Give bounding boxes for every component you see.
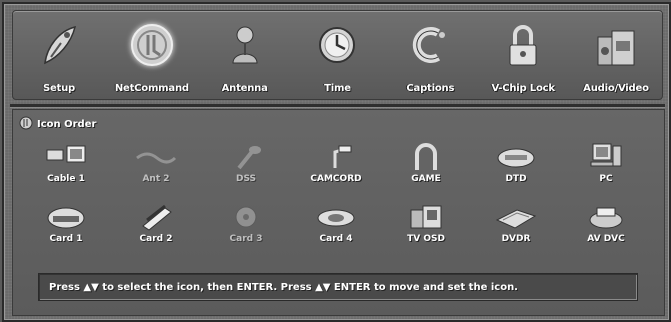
panel-title: Icon Order: [19, 116, 96, 132]
menu-item-time[interactable]: Time: [295, 11, 379, 101]
menu-item-netcommand[interactable]: NetCommand: [110, 11, 194, 101]
menu-item-captions[interactable]: Captions: [388, 11, 472, 101]
card-icon: [225, 202, 267, 232]
icon-grid: Cable 1 Ant 2 DSS CAMCORD GAME DTD PC Ca…: [23, 140, 653, 260]
icon-dss[interactable]: DSS: [203, 140, 289, 198]
setup-menu-window: Setup NetCommand Antenna Time Captions V…: [2, 2, 671, 322]
antenna-device-icon: [135, 142, 177, 172]
icon-dvdr[interactable]: DVDR: [473, 200, 559, 258]
card-icon: [135, 202, 177, 232]
help-bar: Press ▲▼ to select the icon, then ENTER.…: [38, 273, 638, 301]
icon-card-3[interactable]: Card 3: [203, 200, 289, 258]
antenna-icon: [223, 21, 267, 71]
dtd-icon: [495, 142, 537, 172]
icon-ant-2[interactable]: Ant 2: [113, 140, 199, 198]
main-menu-bar: Setup NetCommand Antenna Time Captions V…: [12, 10, 663, 100]
card-icon: [45, 202, 87, 232]
menu-item-antenna[interactable]: Antenna: [203, 11, 287, 101]
av-dvc-icon: [585, 202, 627, 232]
icon-camcord[interactable]: CAMCORD: [293, 140, 379, 198]
icon-dtd[interactable]: DTD: [473, 140, 559, 198]
lock-icon: [501, 21, 545, 71]
netcommand-small-icon: [19, 116, 33, 133]
netcommand-icon: [130, 21, 174, 71]
icon-pc[interactable]: PC: [563, 140, 649, 198]
audio-video-icon: [594, 21, 638, 71]
rocket-icon: [37, 21, 81, 71]
icon-av-dvc[interactable]: AV DVC: [563, 200, 649, 258]
menu-item-audio-video[interactable]: Audio/Video: [574, 11, 658, 101]
menu-item-vchip-lock[interactable]: V-Chip Lock: [481, 11, 565, 101]
camcorder-icon: [315, 142, 357, 172]
clock-icon: [315, 21, 359, 71]
icon-cable-1[interactable]: Cable 1: [23, 140, 109, 198]
icon-card-2[interactable]: Card 2: [113, 200, 199, 258]
icon-game[interactable]: GAME: [383, 140, 469, 198]
dss-icon: [225, 142, 267, 172]
dvdr-icon: [495, 202, 537, 232]
menu-divider: [10, 104, 665, 108]
icon-order-panel: Icon Order Cable 1 Ant 2 DSS CAMCORD GAM…: [12, 109, 665, 316]
icon-tv-osd[interactable]: TV OSD: [383, 200, 469, 258]
icon-card-1[interactable]: Card 1: [23, 200, 109, 258]
menu-item-setup[interactable]: Setup: [17, 11, 101, 101]
card-icon: [315, 202, 357, 232]
tv-osd-icon: [405, 202, 447, 232]
cable-icon: [45, 142, 87, 172]
game-icon: [405, 142, 447, 172]
captions-icon: [408, 21, 452, 71]
pc-icon: [585, 142, 627, 172]
icon-card-4[interactable]: Card 4: [293, 200, 379, 258]
